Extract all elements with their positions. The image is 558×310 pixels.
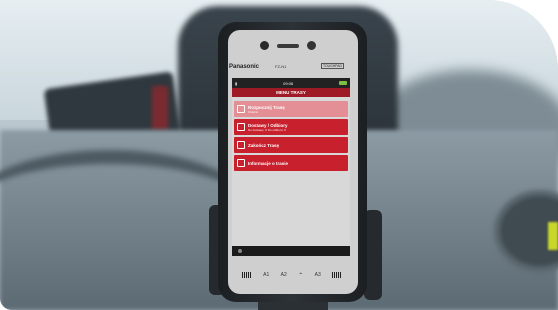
flag-icon — [237, 141, 245, 149]
truck-icon — [237, 105, 245, 113]
hardware-button-a2[interactable]: A2 — [281, 272, 287, 278]
menu-item-label: Informacje o trasie — [248, 160, 289, 166]
navigation-bar — [232, 246, 350, 256]
menu-item-route-info[interactable]: Informacje o trasie — [234, 155, 348, 171]
phone-model: FZ-N1 — [275, 64, 287, 69]
earpiece-speaker — [277, 44, 299, 48]
menu-item-sub: Do dostawy: 0 Do odbioru: 0 — [248, 127, 286, 132]
info-icon — [237, 159, 245, 167]
screen-title: MENU TRASY — [232, 88, 350, 97]
hardware-button-row: A1 A2 ⌃ A3 — [236, 268, 348, 282]
background-red-strap — [152, 86, 168, 130]
phone-screen: ▮ 09:08 MENU TRASY Rozpocznij Trasę Krak… — [232, 78, 350, 256]
front-camera-icon — [260, 41, 269, 50]
green-object — [548, 222, 558, 250]
phone-brand: Panasonic — [229, 64, 260, 70]
menu-item-start-route[interactable]: Rozpocznij Trasę Kraków — [234, 101, 348, 117]
photo-frame: Panasonic FZ-N1 TOUGHPAD ▮ 09:08 MENU TR… — [0, 0, 558, 310]
menu-item-sub: Kraków — [248, 109, 259, 114]
signal-icon: ▮ — [235, 80, 238, 86]
package-icon — [237, 123, 245, 131]
back-icon[interactable] — [238, 249, 242, 253]
rugged-label: TOUGHPAD — [321, 63, 344, 69]
chevron-up-icon: ⌃ — [298, 272, 304, 279]
menu-item-label: Zakończ Trasę — [248, 142, 280, 148]
battery-icon — [339, 81, 347, 85]
speaker-grille-right — [332, 272, 343, 278]
menu-item-end-route[interactable]: Zakończ Trasę — [234, 137, 348, 153]
status-bar: ▮ 09:08 — [232, 78, 350, 88]
hardware-button-a3[interactable]: A3 — [315, 272, 321, 278]
hardware-button-a1[interactable]: A1 — [263, 272, 269, 278]
route-menu: Rozpocznij Trasę Kraków Dostawy / Odbior… — [232, 97, 350, 171]
proximity-sensor — [307, 41, 316, 50]
speaker-grille-left — [241, 272, 252, 278]
status-time: 09:08 — [283, 80, 294, 86]
menu-item-deliveries[interactable]: Dostawy / Odbiory Do dostawy: 0 Do odbio… — [234, 119, 348, 135]
